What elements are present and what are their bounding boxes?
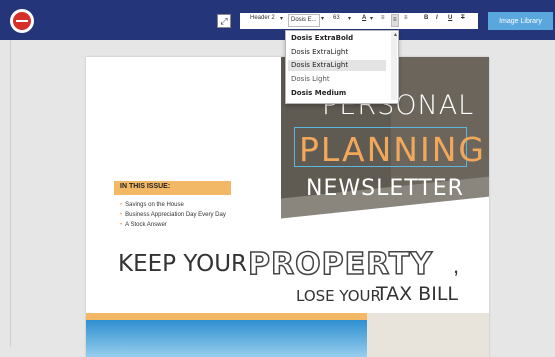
app-logo-icon[interactable] (10, 9, 34, 33)
bullet-icon: • (120, 222, 123, 228)
issue-item-text: Savings on the House (125, 202, 184, 208)
expand-icon[interactable]: ⤢ (217, 14, 231, 28)
issue-item[interactable]: • A Stock Answer (120, 222, 167, 228)
subhead-tax-bill[interactable]: TAX BILL (376, 283, 458, 305)
dropdown-scrollbar[interactable] (391, 32, 397, 100)
scroll-up-icon[interactable]: ▴ (394, 31, 397, 38)
bullet-icon: • (120, 202, 123, 208)
font-color-button[interactable]: A (362, 15, 366, 21)
title-planning[interactable]: PLANNING (299, 130, 486, 169)
font-option[interactable]: Dosis Light (291, 75, 330, 83)
chevron-down-icon[interactable]: ▾ (370, 15, 373, 22)
italic-button[interactable]: I (436, 15, 438, 21)
align-left-button[interactable]: ≡ (381, 15, 385, 21)
chevron-down-icon[interactable]: ▾ (280, 15, 283, 22)
bullet-icon: • (120, 212, 123, 218)
top-bar: ⤢ Header 2 ▾ Dosis E... ▾ 63 ▾ A ▾ ≡ ≡ ≡… (0, 0, 555, 40)
issue-item-text: Business Appreciation Day Every Day (125, 212, 226, 218)
underline-button[interactable]: U (448, 15, 452, 21)
font-option[interactable]: Dosis Medium (291, 89, 346, 97)
align-center-button[interactable]: ≡ (391, 14, 399, 27)
headline-keep-your[interactable]: KEEP YOUR (118, 251, 247, 277)
bold-button[interactable]: B (424, 15, 428, 21)
font-option[interactable]: Dosis ExtraLight (291, 61, 348, 69)
font-family-select[interactable]: Dosis E... (288, 14, 320, 27)
font-option[interactable]: Dosis ExtraLight (291, 48, 348, 56)
paragraph-style-select[interactable]: Header 2 (250, 15, 275, 21)
format-toolbar: Header 2 ▾ Dosis E... ▾ 63 ▾ A ▾ ≡ ≡ ≡ B… (240, 13, 478, 29)
subhead-lose-your[interactable]: LOSE YOUR (296, 287, 381, 305)
font-option[interactable]: Dosis ExtraBold (291, 34, 353, 42)
issue-item[interactable]: • Savings on the House (120, 202, 184, 208)
headline-property[interactable]: PROPERTY (247, 246, 433, 283)
font-family-dropdown[interactable]: Dosis ExtraBold Dosis ExtraLight Dosis E… (285, 30, 399, 104)
clear-format-button[interactable]: T (461, 15, 465, 21)
font-size-select[interactable]: 63 (333, 15, 340, 21)
align-right-button[interactable]: ≡ (404, 15, 408, 21)
headline-comma: , (453, 253, 460, 278)
issue-item-text: A Stock Answer (125, 222, 167, 228)
image-library-button[interactable]: Image Library (488, 12, 553, 30)
issue-item[interactable]: • Business Appreciation Day Every Day (120, 212, 226, 218)
chevron-down-icon[interactable]: ▾ (348, 15, 351, 22)
title-newsletter[interactable]: NEWSLETTER (306, 176, 464, 201)
issue-heading[interactable]: IN THIS ISSUE: (120, 183, 170, 190)
canvas-divider (10, 40, 11, 347)
palm-photo[interactable] (367, 313, 489, 357)
chevron-down-icon[interactable]: ▾ (321, 15, 324, 22)
